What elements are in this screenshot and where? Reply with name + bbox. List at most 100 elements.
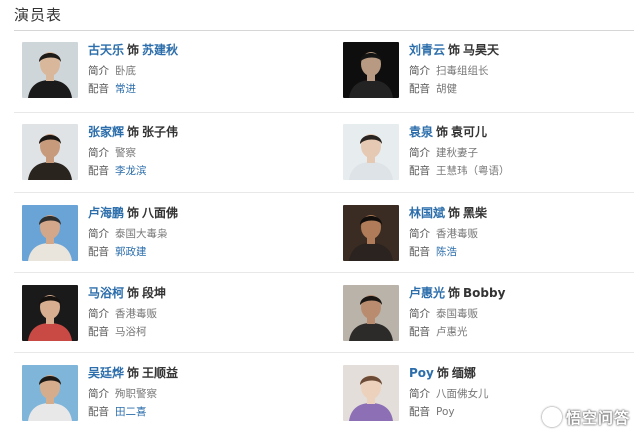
intro-value: 警察 bbox=[115, 147, 136, 159]
cast-heading: 马浴柯饰段坤 bbox=[88, 285, 318, 301]
actor-name-link[interactable]: 林国斌 bbox=[409, 206, 445, 220]
actor-portrait-image bbox=[22, 42, 78, 98]
actor-name-link[interactable]: 吴廷烨 bbox=[88, 366, 124, 380]
role-name: 段坤 bbox=[142, 286, 167, 300]
intro-line: 简介 卧底 bbox=[88, 64, 318, 78]
voice-actor: 胡健 bbox=[436, 83, 457, 95]
cast-info: 马浴柯饰段坤 简介 香港毒贩 配音 马浴柯 bbox=[88, 285, 318, 339]
as-label: 饰 bbox=[127, 286, 140, 300]
voice-label: 配音 bbox=[88, 326, 109, 338]
as-label: 饰 bbox=[436, 125, 449, 139]
voice-line: 配音 马浴柯 bbox=[88, 325, 318, 339]
actor-portrait-image bbox=[343, 365, 399, 421]
voice-line: 配音 陈浩 bbox=[409, 245, 639, 259]
as-label: 饰 bbox=[436, 366, 449, 380]
actor-name-link[interactable]: 马浴柯 bbox=[88, 286, 124, 300]
voice-actor[interactable]: 郭政建 bbox=[115, 246, 147, 258]
cast-info: 古天乐饰苏建秋 简介 卧底 配音 常进 bbox=[88, 42, 318, 96]
row-divider bbox=[14, 352, 634, 353]
actor-name-link[interactable]: Poy bbox=[409, 366, 434, 380]
as-label: 饰 bbox=[127, 366, 140, 380]
cast-heading: 吴廷烨饰王顺益 bbox=[88, 365, 318, 381]
as-label: 饰 bbox=[448, 43, 461, 57]
voice-actor[interactable]: 常进 bbox=[115, 83, 136, 95]
actor-name-link[interactable]: 古天乐 bbox=[88, 43, 124, 57]
actor-photo[interactable] bbox=[22, 124, 78, 180]
cast-heading: 卢海鹏饰八面佛 bbox=[88, 205, 318, 221]
watermark-logo-icon bbox=[541, 407, 562, 427]
actor-portrait-image bbox=[343, 285, 399, 341]
role-name: 张子伟 bbox=[142, 125, 179, 139]
actor-name-link[interactable]: 刘青云 bbox=[409, 43, 445, 57]
actor-portrait-image bbox=[343, 124, 399, 180]
actor-photo[interactable] bbox=[22, 42, 78, 98]
as-label: 饰 bbox=[448, 206, 461, 220]
actor-portrait-image bbox=[22, 365, 78, 421]
intro-value: 殉职警察 bbox=[115, 388, 157, 400]
cast-info: 林国斌饰黑柴 简介 香港毒贩 配音 陈浩 bbox=[409, 205, 639, 259]
voice-line: 配音 田二喜 bbox=[88, 405, 318, 419]
cast-card: 古天乐饰苏建秋 简介 卧底 配音 常进 bbox=[22, 42, 322, 106]
role-name: Bobby bbox=[463, 286, 506, 300]
actor-photo[interactable] bbox=[343, 205, 399, 261]
voice-label: 配音 bbox=[409, 326, 430, 338]
intro-value: 香港毒贩 bbox=[436, 228, 478, 240]
role-name[interactable]: 苏建秋 bbox=[142, 43, 178, 57]
actor-photo[interactable] bbox=[343, 365, 399, 421]
actor-name-link[interactable]: 张家辉 bbox=[88, 125, 124, 139]
intro-line: 简介 香港毒贩 bbox=[88, 307, 318, 321]
intro-label: 简介 bbox=[88, 147, 109, 159]
actor-photo[interactable] bbox=[343, 285, 399, 341]
actor-photo[interactable] bbox=[343, 42, 399, 98]
cast-card: 吴廷烨饰王顺益 简介 殉职警察 配音 田二喜 bbox=[22, 365, 322, 429]
intro-value: 扫毒组组长 bbox=[436, 65, 489, 77]
actor-name-link[interactable]: 卢惠光 bbox=[409, 286, 445, 300]
intro-line: 简介 泰国大毒枭 bbox=[88, 227, 318, 241]
voice-line: 配音 王慧玮（粤语） bbox=[409, 164, 639, 178]
cast-info: 卢惠光饰 Bobby 简介 泰国毒贩 配音 卢惠光 bbox=[409, 285, 639, 339]
voice-label: 配音 bbox=[409, 165, 430, 177]
cast-card: 刘青云饰马昊天简介 扫毒组组长 配音 胡健 bbox=[343, 42, 640, 106]
actor-name-link[interactable]: 袁泉 bbox=[409, 125, 433, 139]
actor-name-link[interactable]: 卢海鹏 bbox=[88, 206, 124, 220]
voice-actor[interactable]: 李龙滨 bbox=[115, 165, 147, 177]
actor-portrait-image bbox=[22, 285, 78, 341]
intro-line: 简介 香港毒贩 bbox=[409, 227, 639, 241]
actor-photo[interactable] bbox=[22, 285, 78, 341]
actor-portrait-image bbox=[343, 42, 399, 98]
intro-line: 简介 警察 bbox=[88, 146, 318, 160]
role-name: 袁可儿 bbox=[451, 125, 488, 139]
cast-heading: 张家辉饰张子伟 bbox=[88, 124, 318, 140]
cast-heading: Poy 饰缅娜 bbox=[409, 365, 639, 381]
cast-card: 林国斌饰黑柴 简介 香港毒贩 配音 陈浩 bbox=[343, 205, 640, 269]
as-label: 饰 bbox=[127, 206, 140, 220]
voice-actor[interactable]: 陈浩 bbox=[436, 246, 457, 258]
role-name: 八面佛 bbox=[142, 206, 179, 220]
cast-info: 吴廷烨饰王顺益 简介 殉职警察 配音 田二喜 bbox=[88, 365, 318, 419]
intro-line: 简介 扫毒组组长 bbox=[409, 64, 639, 78]
as-label: 饰 bbox=[448, 286, 461, 300]
actor-photo[interactable] bbox=[22, 205, 78, 261]
cast-heading: 林国斌饰黑柴 bbox=[409, 205, 639, 221]
voice-actor: 马浴柯 bbox=[115, 326, 147, 338]
voice-line: 配音 李龙滨 bbox=[88, 164, 318, 178]
cast-card: 张家辉饰张子伟 简介 警察 配音 李龙滨 bbox=[22, 124, 322, 188]
actor-photo[interactable] bbox=[22, 365, 78, 421]
intro-value: 泰国大毒枭 bbox=[115, 228, 168, 240]
intro-label: 简介 bbox=[409, 147, 430, 159]
voice-actor[interactable]: 田二喜 bbox=[115, 406, 147, 418]
intro-value: 香港毒贩 bbox=[115, 308, 157, 320]
voice-line: 配音 胡健 bbox=[409, 82, 639, 96]
voice-actor: Poy bbox=[436, 406, 455, 418]
cast-info: 卢海鹏饰八面佛 简介 泰国大毒枭 配音 郭政建 bbox=[88, 205, 318, 259]
intro-label: 简介 bbox=[88, 228, 109, 240]
cast-info: 袁泉饰袁可儿 简介 建秋妻子 配音 王慧玮（粤语） bbox=[409, 124, 639, 178]
role-name: 马昊天 bbox=[463, 43, 500, 57]
actor-photo[interactable] bbox=[343, 124, 399, 180]
intro-label: 简介 bbox=[409, 388, 430, 400]
cast-heading: 袁泉饰袁可儿 bbox=[409, 124, 639, 140]
voice-actor: 王慧玮（粤语） bbox=[436, 165, 510, 177]
voice-label: 配音 bbox=[88, 246, 109, 258]
intro-value: 卧底 bbox=[115, 65, 136, 77]
watermark-text: 悟空问答 bbox=[565, 409, 630, 427]
